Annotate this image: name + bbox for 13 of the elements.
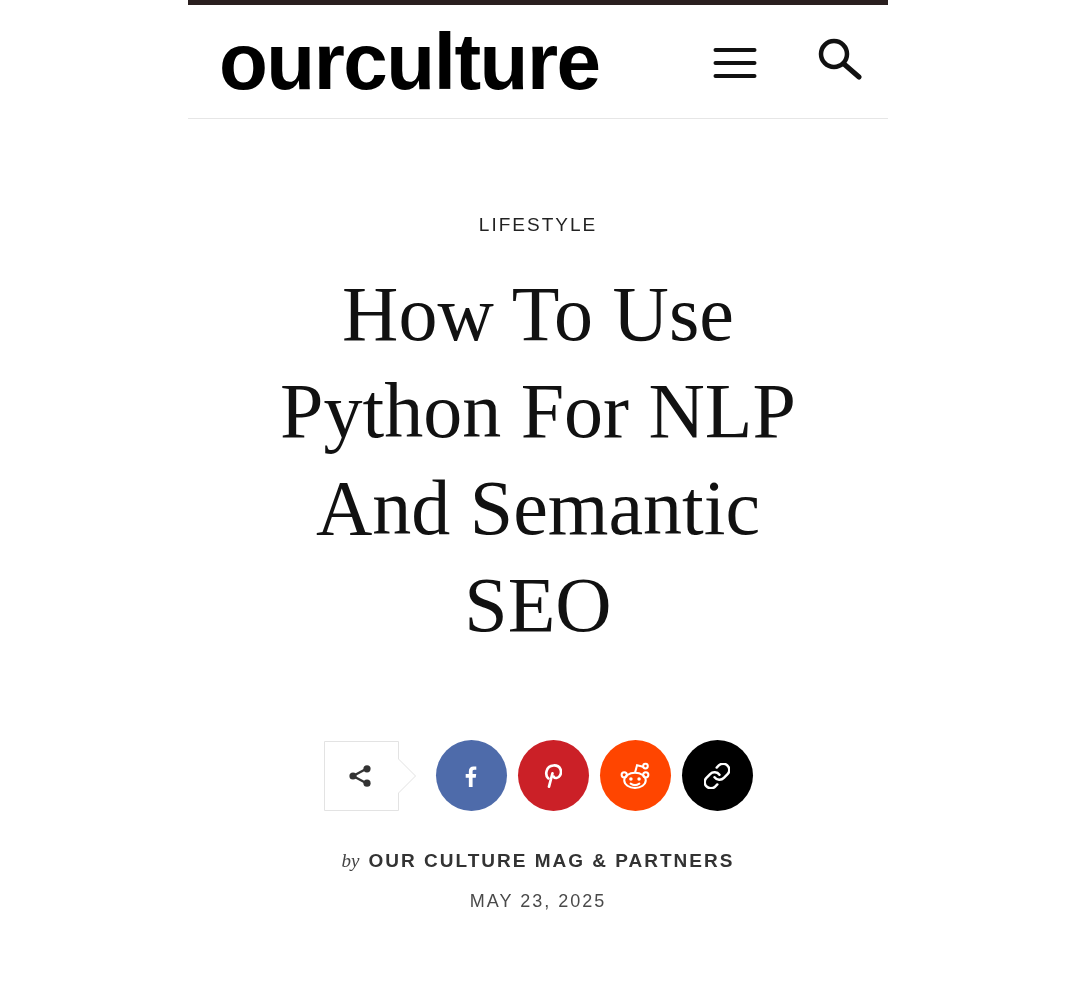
- byline-prefix: by: [341, 849, 360, 873]
- share-button[interactable]: [323, 740, 417, 811]
- publish-date: MAY 23, 2025: [469, 890, 607, 913]
- reddit-icon: [619, 761, 651, 790]
- category-label[interactable]: LIFESTYLE: [478, 213, 598, 237]
- link-icon: [704, 762, 730, 789]
- article-title: How To Use Python For NLP And Semantic SEO: [279, 269, 797, 650]
- site-logo[interactable]: ourculture: [219, 21, 600, 102]
- author-link[interactable]: OUR CULTURE MAG & PARTNERS: [368, 849, 735, 873]
- pinterest-icon: [544, 763, 562, 788]
- menu-icon[interactable]: [713, 47, 757, 79]
- share-icon: [348, 764, 371, 787]
- search-icon[interactable]: [818, 37, 862, 80]
